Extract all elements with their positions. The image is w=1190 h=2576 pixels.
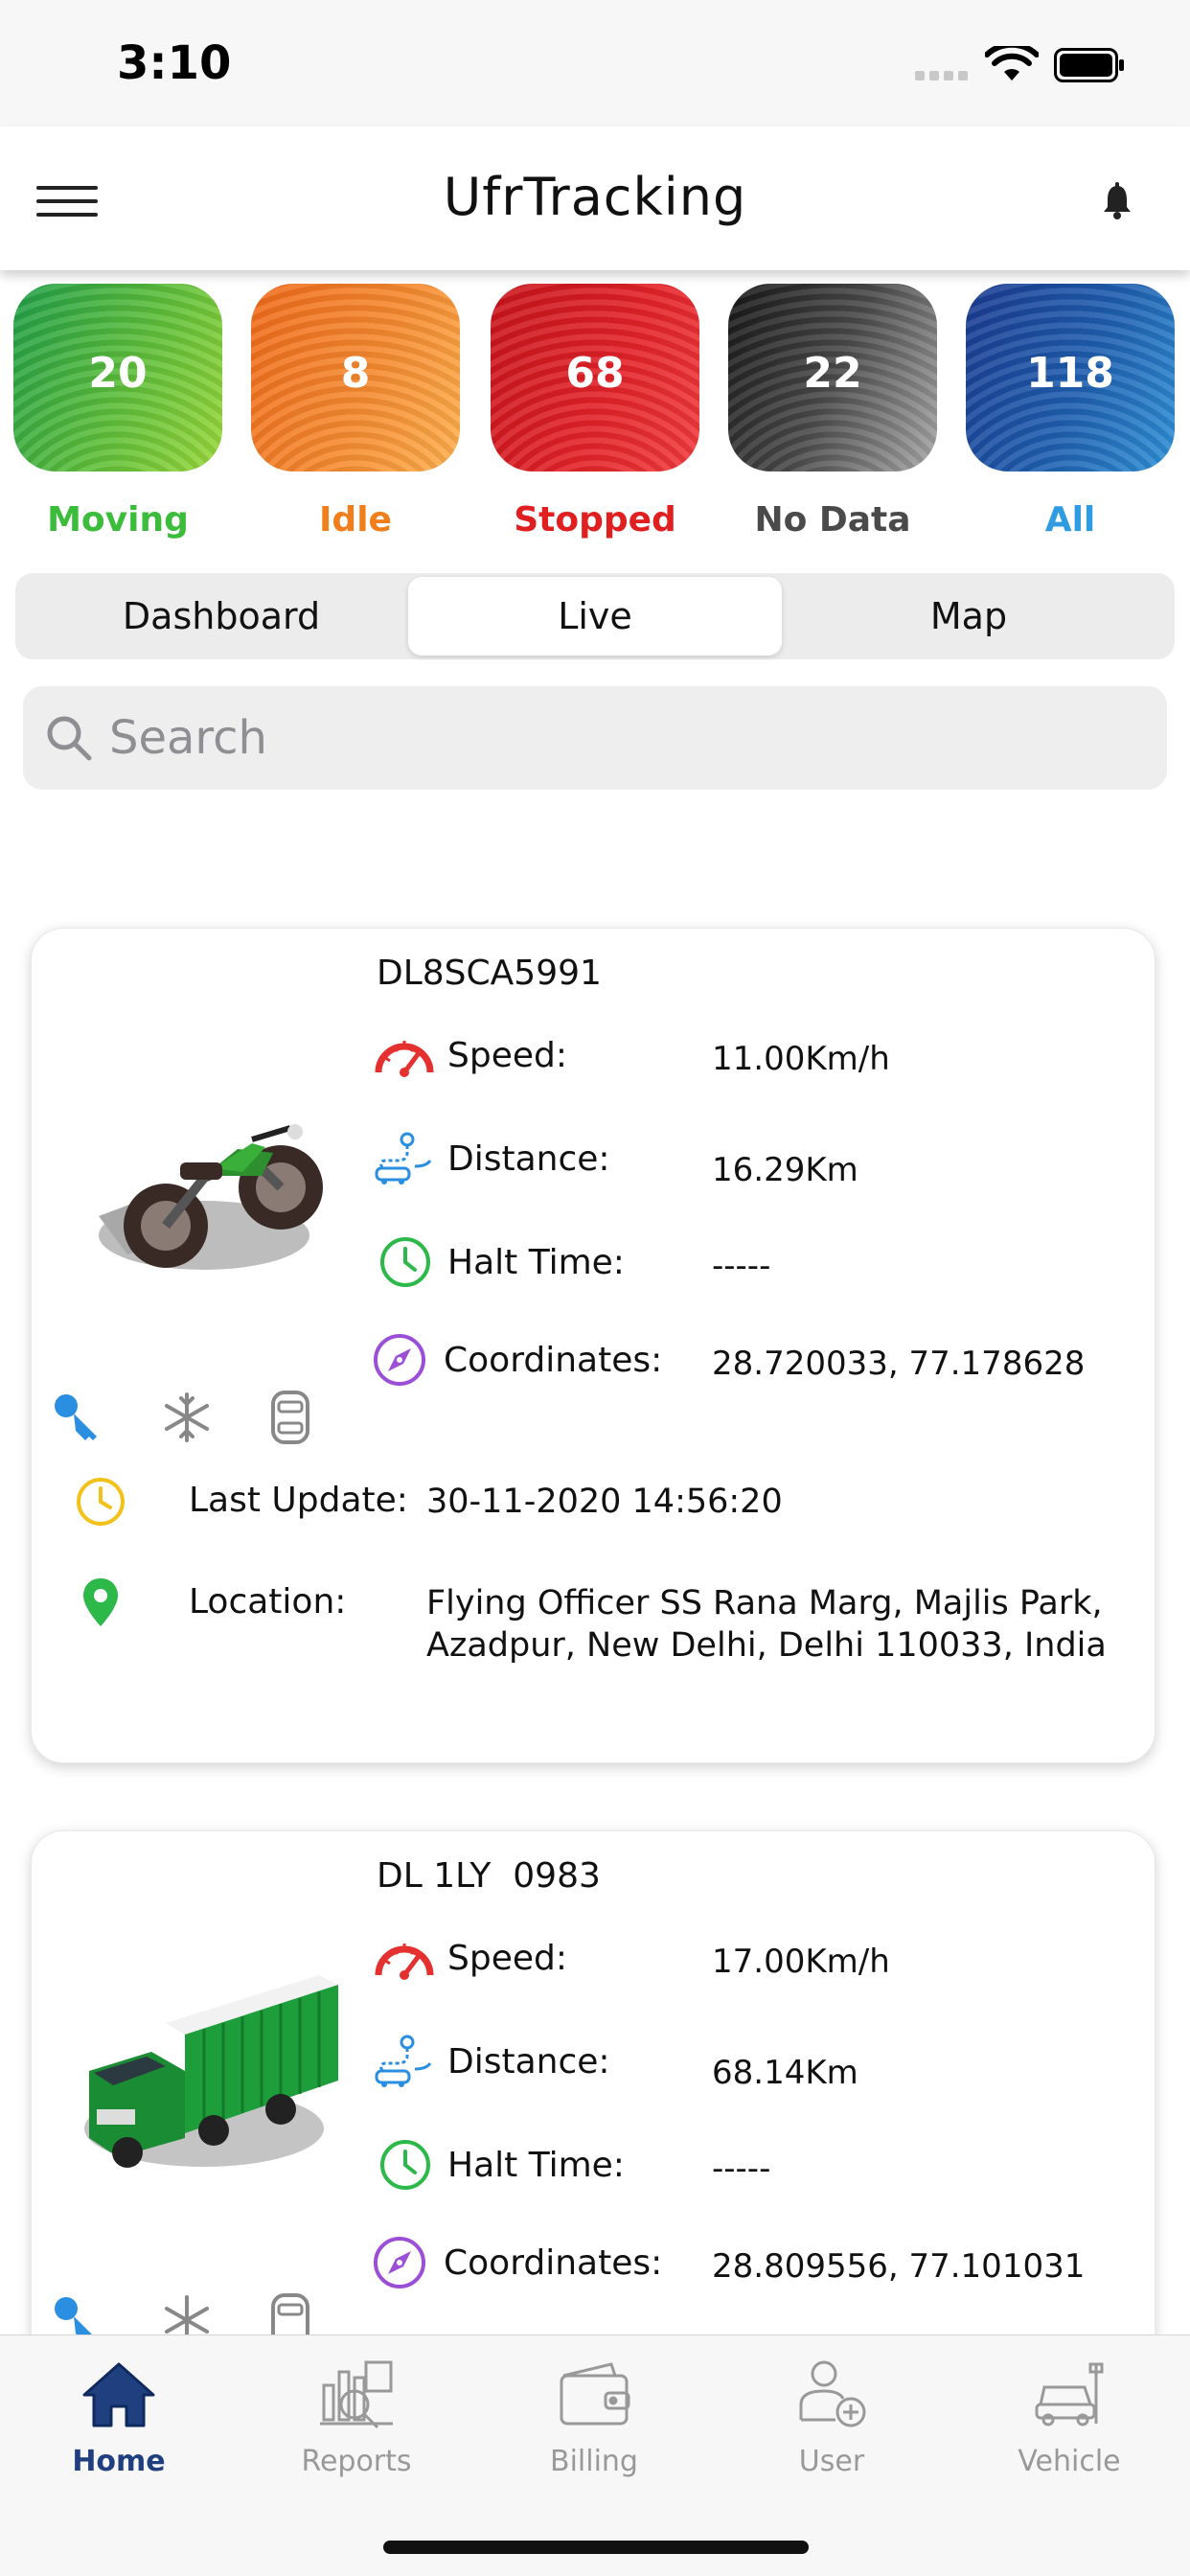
vehicle-plate: DL 1LY 0983 [377, 1856, 601, 1896]
vehicle-card[interactable]: DL 1LY 0983 Speed: 17.00Km/h Distance: 6… [31, 1830, 1156, 2405]
no-data-tile[interactable]: 22 [728, 284, 937, 472]
clock-icon [380, 2140, 430, 2190]
moving-count: 20 [88, 349, 148, 398]
truck-image [84, 1975, 338, 2168]
status-bar: 3:10 [0, 0, 1190, 126]
clock-icon [380, 1237, 430, 1287]
all-tile[interactable]: 118 [966, 284, 1175, 472]
tab-user-label: User [798, 2445, 865, 2478]
vehicle-service-icon [1035, 2362, 1104, 2426]
app-title: UfrTracking [443, 167, 747, 227]
cellular-signal-icon [915, 71, 968, 80]
counter-idle[interactable]: 8 Idle [251, 284, 460, 540]
tab-map[interactable]: Map [782, 577, 1156, 656]
tab-live[interactable]: Live [408, 577, 782, 656]
counter-all[interactable]: 118 All [966, 284, 1175, 540]
tab-vehicle-label: Vehicle [1018, 2445, 1121, 2478]
location-value: Flying Officer SS Rana Marg, Majlis Park… [426, 1584, 1107, 1665]
counter-stopped[interactable]: 68 Stopped [491, 284, 699, 540]
tab-billing-label: Billing [550, 2445, 638, 2478]
stopped-count: 68 [565, 349, 625, 398]
compass-icon [374, 2237, 425, 2288]
location-label: Location: [189, 1582, 347, 1622]
speed-value: 17.00Km/h [712, 1943, 890, 1981]
location-pin-icon [83, 1578, 118, 1626]
distance-value: 16.29Km [712, 1151, 858, 1189]
notification-bell-icon[interactable] [1100, 182, 1134, 220]
route-distance-icon [375, 2035, 432, 2087]
no-data-label: No Data [754, 500, 911, 540]
idle-count: 8 [340, 349, 371, 398]
home-icon [82, 2362, 155, 2427]
route-distance-icon [375, 1132, 432, 1184]
wallet-icon [560, 2362, 630, 2426]
tab-vehicle[interactable]: Vehicle [973, 2357, 1165, 2478]
last-update-value: 30-11-2020 14:56:20 [426, 1483, 783, 1521]
counter-no-data[interactable]: 22 No Data [728, 284, 937, 540]
all-count: 118 [1026, 349, 1114, 398]
no-data-count: 22 [803, 349, 862, 398]
last-update-label: Last Update: [189, 1481, 408, 1520]
wifi-icon [985, 46, 1039, 80]
motorcycle-image [99, 1124, 323, 1270]
moving-label: Moving [47, 500, 189, 540]
ac-snowflake-icon [165, 1392, 209, 1442]
tab-dashboard[interactable]: Dashboard [34, 577, 408, 656]
speed-value: 11.00Km/h [712, 1040, 890, 1078]
stopped-tile[interactable]: 68 [491, 284, 699, 472]
tab-user[interactable]: User [736, 2357, 927, 2478]
tab-home[interactable]: Home [23, 2357, 215, 2478]
search-icon [47, 716, 92, 761]
battery-icon [1054, 48, 1124, 82]
vehicle-plate: DL8SCA5991 [377, 954, 602, 993]
speedometer-icon [375, 1944, 434, 1980]
app-header: UfrTracking [0, 126, 1190, 270]
coordinates-label: Coordinates: [444, 1341, 663, 1380]
distance-label: Distance: [447, 1139, 610, 1179]
reports-icon [320, 2360, 393, 2429]
halt-time-label: Halt Time: [447, 2146, 625, 2185]
counter-moving[interactable]: 20 Moving [13, 284, 222, 540]
search-bar[interactable] [23, 686, 1167, 790]
idle-label: Idle [319, 500, 392, 540]
halt-time-value: ----- [712, 1247, 771, 1285]
moving-tile[interactable]: 20 [13, 284, 222, 472]
speed-label: Speed: [447, 1939, 567, 1978]
tab-billing[interactable]: Billing [498, 2357, 690, 2478]
status-counters: 20 Moving 8 Idle 68 Stopped 22 No Data 1… [0, 284, 1190, 552]
search-input[interactable] [109, 703, 1144, 772]
ignition-key-icon [55, 1394, 97, 1440]
home-indicator [383, 2541, 809, 2554]
vehicle-card[interactable]: DL8SCA5991 Speed: 11.00Km/h Distance: 16… [31, 928, 1156, 1763]
tab-reports[interactable]: Reports [261, 2357, 452, 2478]
distance-label: Distance: [447, 2042, 610, 2082]
view-segmented-control: Dashboard Live Map [15, 573, 1175, 659]
coordinates-value: 28.809556, 77.101031 [712, 2247, 1086, 2286]
compass-icon [374, 1334, 425, 1386]
all-label: All [1044, 500, 1096, 540]
tab-reports-label: Reports [301, 2445, 412, 2478]
status-time: 3:10 [117, 36, 232, 90]
halt-time-label: Halt Time: [447, 1243, 625, 1282]
add-user-icon [799, 2360, 866, 2427]
last-update-clock-icon [77, 1478, 125, 1526]
tab-home-label: Home [72, 2445, 166, 2478]
speedometer-icon [375, 1041, 434, 1077]
coordinates-value: 28.720033, 77.178628 [712, 1345, 1086, 1383]
stopped-label: Stopped [514, 500, 676, 540]
bottom-tab-bar: Home Reports Billing User Vehicle [0, 2334, 1190, 2576]
coordinates-label: Coordinates: [444, 2243, 663, 2283]
idle-tile[interactable]: 8 [251, 284, 460, 472]
distance-value: 68.14Km [712, 2054, 858, 2092]
halt-time-value: ----- [712, 2150, 771, 2188]
car-door-icon [271, 1391, 309, 1444]
speed-label: Speed: [447, 1036, 567, 1075]
